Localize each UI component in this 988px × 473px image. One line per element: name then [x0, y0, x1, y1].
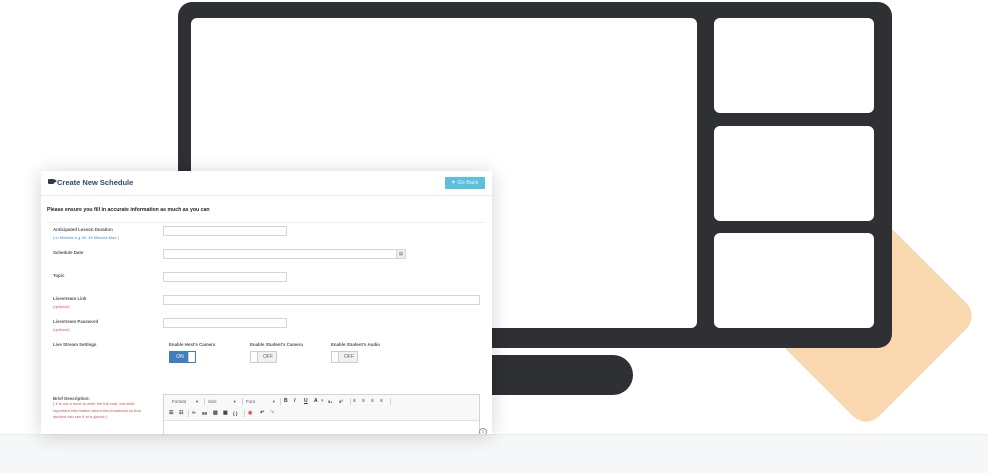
host-camera-label: Enable Host's Camera	[169, 342, 216, 347]
redo-button[interactable]: ↷	[270, 410, 274, 417]
page-title: Create New Schedule	[57, 178, 134, 187]
schedule-form-card: Create New Schedule + Go Back Please ensu…	[41, 171, 492, 434]
toggle-state: ON	[176, 354, 184, 360]
chevron-down-icon: ▾	[321, 398, 324, 404]
go-back-button[interactable]: + Go Back	[445, 177, 485, 189]
toolbar-separator	[242, 398, 243, 405]
editor-toolbar: Format ▾ Size ▾ Font ▾ B I U A ▾ x₂ x² ≡ ≡ …	[164, 395, 479, 409]
italic-button[interactable]: I	[294, 398, 295, 405]
special-char-button[interactable]: ◉	[248, 410, 252, 417]
bold-button[interactable]: B	[284, 398, 288, 405]
plus-icon: +	[451, 179, 456, 186]
schedule-date-label: Schedule Date	[53, 250, 84, 255]
host-camera-toggle[interactable]: ON	[169, 351, 196, 363]
student-audio-toggle[interactable]: OFF	[331, 351, 358, 363]
livestream-password-label: Livestream Password	[53, 319, 99, 324]
justify-button[interactable]: ≡	[380, 398, 383, 405]
image-button[interactable]: ▨	[213, 410, 218, 417]
font-dropdown[interactable]: Font ▾	[246, 398, 275, 405]
divider	[47, 222, 485, 223]
size-dropdown[interactable]: Size ▾	[208, 398, 236, 405]
resize-icon[interactable]: ⇕	[479, 428, 487, 434]
size-label: Size	[208, 399, 217, 404]
undo-button[interactable]: ↶	[260, 410, 264, 417]
align-center-button[interactable]: ≡	[362, 398, 365, 405]
toolbar-separator	[204, 398, 205, 405]
topic-label: Topic	[53, 273, 65, 278]
monitor-thumbnail	[714, 18, 874, 113]
blockquote-button[interactable]: 99	[202, 410, 207, 417]
monitor-thumbnail	[714, 233, 874, 328]
align-left-button[interactable]: ≡	[353, 398, 356, 405]
footer-band	[0, 434, 988, 473]
numbered-list-button[interactable]: ☷	[179, 410, 183, 417]
chevron-down-icon: ▾	[233, 399, 236, 404]
subscript-button[interactable]: x₂	[328, 398, 332, 405]
toolbar-separator	[244, 410, 245, 417]
livestream-link-hint: (optional)	[53, 304, 70, 309]
brief-description-hint: ( It is not a must to write the full not…	[53, 401, 141, 419]
underline-button[interactable]: U	[304, 398, 308, 405]
monitor-thumbnail	[714, 126, 874, 221]
rich-text-editor[interactable]: Format ▾ Size ▾ Font ▾ B I U A ▾ x₂ x² ≡ ≡ …	[163, 394, 480, 434]
link-button[interactable]: ∞	[192, 410, 196, 417]
student-audio-label: Enable Student's Audio	[331, 342, 380, 347]
monitor-stand	[470, 355, 633, 395]
toggle-handle	[332, 352, 339, 362]
chevron-down-icon: ▾	[272, 399, 276, 404]
video-camera-icon	[48, 179, 57, 184]
toggle-handle	[251, 352, 258, 362]
font-label: Font	[246, 399, 255, 404]
livestream-link-input[interactable]	[163, 295, 480, 305]
align-right-button[interactable]: ≡	[371, 398, 374, 405]
toolbar-separator	[188, 410, 189, 417]
student-camera-label: Enable Student's Camera	[250, 342, 303, 347]
format-label: Format	[172, 399, 186, 404]
bullet-list-button[interactable]: ☰	[169, 410, 173, 417]
livestream-password-hint: (optional)	[53, 327, 70, 332]
duration-label: Anticipated Lesson Duration	[53, 227, 113, 232]
superscript-button[interactable]: x²	[339, 398, 343, 405]
toggle-state: OFF	[263, 354, 273, 360]
toolbar-separator	[350, 398, 351, 405]
source-button[interactable]: { }	[233, 410, 238, 417]
duration-input[interactable]	[163, 226, 287, 236]
student-camera-toggle[interactable]: OFF	[250, 351, 277, 363]
format-dropdown[interactable]: Format ▾	[172, 398, 198, 405]
toolbar-separator	[390, 398, 391, 405]
schedule-date-input[interactable]	[163, 249, 397, 259]
go-back-label: Go Back	[457, 180, 479, 186]
card-header: Create New Schedule + Go Back	[41, 171, 492, 196]
toolbar-separator	[280, 398, 281, 405]
form-intro-text: Please ensure you fill in accurate infor…	[47, 207, 210, 213]
table-button[interactable]: ▦	[223, 410, 228, 417]
live-stream-settings-label: Live Stream Settings	[53, 342, 97, 347]
livestream-password-input[interactable]	[163, 318, 287, 328]
livestream-link-label: Livestream Link	[53, 296, 87, 301]
editor-toolbar-secondary: ☰ ☷ ∞ 99 ▨ ▦ { } ◉ ↶ ↷	[164, 408, 479, 421]
toggle-state: OFF	[344, 354, 354, 360]
duration-hint: ( in Minutes e.g 30, 45 Minutes Max )	[53, 235, 119, 240]
calendar-icon[interactable]: ▦	[396, 249, 406, 259]
chevron-down-icon: ▾	[195, 399, 199, 404]
toggle-handle	[188, 352, 195, 362]
text-color-button[interactable]: A	[314, 398, 318, 405]
topic-input[interactable]	[163, 272, 287, 282]
